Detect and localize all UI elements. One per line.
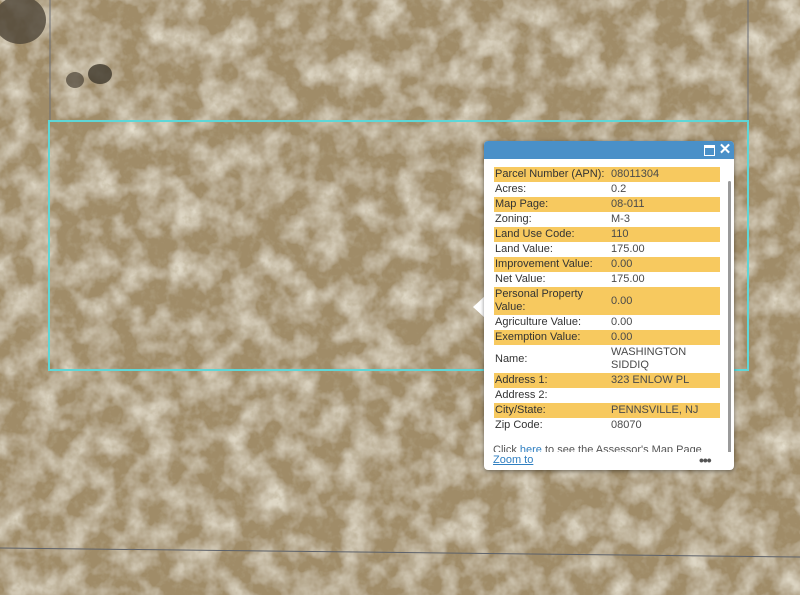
table-row: Exemption Value: 0.00 bbox=[494, 330, 720, 345]
field-value: 0.00 bbox=[611, 316, 633, 328]
table-row: Map Page: 08-011 bbox=[494, 197, 720, 212]
popup-body[interactable]: Parcel Number (APN): 08011304 Acres: 0.2… bbox=[484, 167, 734, 452]
field-label: City/State: bbox=[494, 403, 609, 418]
field-value: 08011304 bbox=[609, 167, 720, 182]
maximize-icon[interactable] bbox=[701, 142, 717, 158]
link-prefix: Click bbox=[493, 444, 517, 452]
field-label: Map Page: bbox=[494, 197, 609, 212]
field-label: Land Value: bbox=[495, 243, 553, 255]
field-label: Land Use Code: bbox=[494, 227, 609, 242]
table-row: Land Value: 175.00 bbox=[494, 242, 720, 257]
field-label: Address 1: bbox=[494, 373, 609, 388]
table-row: City/State: PENNSVILLE, NJ bbox=[494, 403, 720, 418]
field-label: Personal Property Value: bbox=[494, 287, 609, 315]
field-value: 175.00 bbox=[611, 273, 645, 285]
table-row: Address 1: 323 ENLOW PL bbox=[494, 373, 720, 388]
table-row: Net Value: 175.00 bbox=[494, 272, 720, 287]
field-label: Zip Code: bbox=[495, 419, 543, 431]
table-row: Acres: 0.2 bbox=[494, 182, 720, 197]
field-label: Zoning: bbox=[495, 213, 532, 225]
field-value: M-3 bbox=[611, 213, 630, 225]
field-label: Name: bbox=[495, 352, 528, 365]
table-row: Personal Property Value: 0.00 bbox=[494, 287, 720, 315]
attribute-table: Parcel Number (APN): 08011304 Acres: 0.2… bbox=[494, 167, 720, 433]
field-value: 0.00 bbox=[609, 287, 720, 315]
table-row: Zip Code: 08070 bbox=[494, 418, 720, 433]
popup-scrollbar[interactable] bbox=[728, 181, 731, 452]
zoom-to-link[interactable]: Zoom to bbox=[493, 454, 533, 466]
field-label: Acres: bbox=[495, 183, 527, 195]
field-label: Net Value: bbox=[495, 273, 546, 285]
table-row: Address 2: bbox=[494, 388, 720, 403]
field-value: 08-011 bbox=[609, 197, 720, 212]
more-options-icon[interactable]: ••• bbox=[699, 452, 712, 468]
popup-header: ✕ bbox=[484, 141, 734, 159]
field-value: 175.00 bbox=[611, 243, 645, 255]
assessor-map-link[interactable]: here bbox=[520, 444, 542, 452]
link-suffix: to see the Assessor's Map Page bbox=[545, 444, 702, 452]
field-value: 0.00 bbox=[609, 257, 720, 272]
table-row: Parcel Number (APN): 08011304 bbox=[494, 167, 720, 182]
assessor-map-link-line: Click here to see the Assessor's Map Pag… bbox=[493, 444, 702, 452]
parcel-popup: ✕ Parcel Number (APN): 08011304 Acres: 0… bbox=[484, 141, 734, 470]
close-icon[interactable]: ✕ bbox=[717, 142, 733, 158]
field-value: 110 bbox=[609, 227, 720, 242]
field-label: Address 2: bbox=[495, 389, 548, 401]
field-value: WASHINGTON SIDDIQ bbox=[611, 346, 687, 371]
table-row: Agriculture Value: 0.00 bbox=[494, 315, 720, 330]
field-value bbox=[609, 388, 720, 403]
table-row: Name: WASHINGTON SIDDIQ bbox=[494, 345, 720, 373]
table-row: Improvement Value: 0.00 bbox=[494, 257, 720, 272]
field-label: Parcel Number (APN): bbox=[494, 167, 609, 182]
field-label: Agriculture Value: bbox=[495, 316, 582, 328]
table-row: Land Use Code: 110 bbox=[494, 227, 720, 242]
field-value: 0.00 bbox=[609, 330, 720, 345]
field-value: 323 ENLOW PL bbox=[609, 373, 720, 388]
field-value: 08070 bbox=[611, 419, 642, 431]
table-row: Zoning: M-3 bbox=[494, 212, 720, 227]
field-value: 0.2 bbox=[611, 183, 627, 195]
field-label: Exemption Value: bbox=[494, 330, 609, 345]
field-value: PENNSVILLE, NJ bbox=[609, 403, 720, 418]
field-label: Improvement Value: bbox=[494, 257, 609, 272]
